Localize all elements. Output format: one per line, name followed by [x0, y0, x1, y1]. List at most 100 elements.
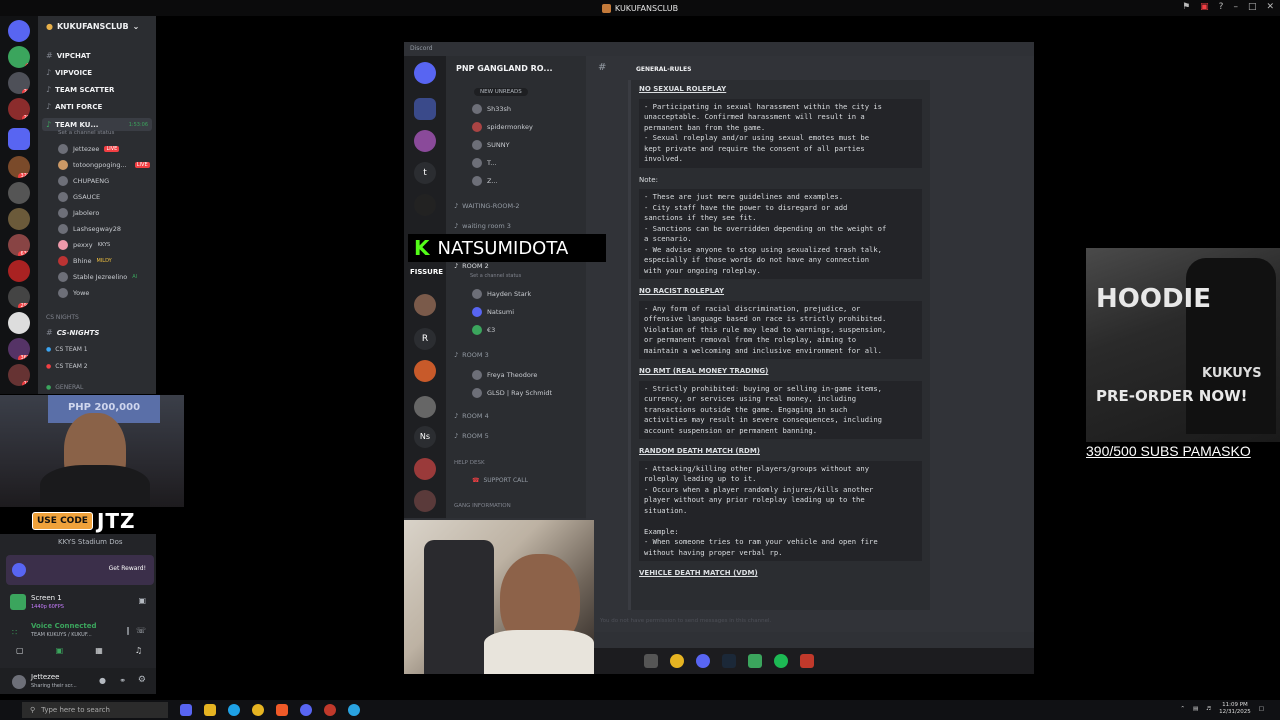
stop-share-icon[interactable]: ▣ [138, 596, 146, 605]
server-icon[interactable] [414, 360, 436, 382]
voice-channel[interactable]: TEAM KUKUYS / KUKUF... [31, 632, 92, 638]
server-icon[interactable] [414, 396, 436, 418]
server-icon[interactable]: 323 [8, 156, 30, 178]
server-icon[interactable]: 637 [8, 234, 30, 256]
new-unreads-pill[interactable]: NEW UNREADS [474, 88, 528, 96]
channel-vipchat[interactable]: # VIPCHAT [46, 51, 91, 60]
voice-room[interactable]: ♪ WAITING-ROOM-2 [454, 202, 520, 210]
discord-home-icon[interactable] [8, 20, 30, 42]
voice-user[interactable]: Lashsegway28 [58, 224, 121, 234]
message-input[interactable]: You do not have permission to send messa… [600, 618, 1020, 630]
brave-icon[interactable] [276, 704, 288, 716]
server-icon[interactable]: 367 [8, 338, 30, 360]
category-general[interactable]: ● GENERAL [46, 384, 83, 391]
voice-user[interactable]: Freya Theodore [472, 370, 537, 380]
server-icon[interactable] [414, 98, 436, 120]
server-icon[interactable] [8, 260, 30, 282]
category-help-desk[interactable]: HELP DESK [454, 460, 485, 466]
voice-user[interactable]: totoongpoging... LIVE [58, 160, 150, 170]
server-icon[interactable]: t [414, 162, 436, 184]
channel-cs-nights[interactable]: # CS-NIGHTS [46, 328, 99, 337]
server-icon[interactable]: 2 [8, 46, 30, 68]
inbox-icon[interactable]: ▣ [1200, 2, 1209, 12]
gear-icon[interactable]: ⚙ [138, 675, 146, 685]
server-folder-icon[interactable] [8, 128, 30, 150]
app-icon[interactable] [748, 654, 762, 668]
disconnect-icon[interactable]: ☏ [136, 626, 146, 635]
voice-room[interactable]: ♪ ROOM 4 [454, 412, 489, 420]
channel-user[interactable]: Sh33sh [472, 104, 511, 114]
tray-chevron-icon[interactable]: ⌃ [1180, 706, 1185, 712]
server-icon[interactable]: Ns [414, 426, 436, 448]
voice-user[interactable]: Jabolero [58, 208, 99, 218]
support-call-channel[interactable]: ☎ SUPPORT CALL [472, 477, 528, 484]
task-view-icon[interactable] [644, 654, 658, 668]
server-header[interactable]: ● KUKUFANSCLUB ⌄ [46, 22, 139, 31]
app-icon[interactable] [180, 704, 192, 716]
channel-status[interactable]: Set a channel status [470, 273, 521, 279]
discord-home-icon[interactable] [414, 62, 436, 84]
channel-user[interactable]: T... [472, 158, 496, 168]
channel-status[interactable]: Set a channel status [58, 130, 114, 136]
channel-cs-team-1[interactable]: ● CS TEAM 1 [46, 346, 88, 353]
server-icon[interactable] [414, 194, 436, 216]
voice-user[interactable]: Jettezee LIVE [58, 144, 120, 154]
voice-user[interactable]: GLSD | Ray Schmidt [472, 388, 552, 398]
steam-icon[interactable] [722, 654, 736, 668]
noise-suppression-icon[interactable]: ∥ [126, 626, 130, 635]
server-icon[interactable] [414, 130, 436, 152]
voice-user[interactable]: Natsumi [472, 307, 514, 317]
channel-vipvoice[interactable]: ♪ VIPVOICE [46, 68, 92, 77]
spotify-icon[interactable] [774, 654, 788, 668]
voice-user[interactable]: Stable Jezreelino AI [58, 272, 137, 282]
share-screen-icon[interactable]: ▣ [56, 646, 64, 662]
close-button[interactable]: ✕ [1266, 2, 1274, 12]
edge-icon[interactable] [228, 704, 240, 716]
camera-off-icon[interactable]: ▢ [16, 646, 24, 662]
obs-icon[interactable] [324, 704, 336, 716]
server-icon[interactable] [414, 294, 436, 316]
pin-icon[interactable]: ⚑ [1182, 2, 1190, 12]
minimize-button[interactable]: – [1233, 2, 1238, 12]
voice-user[interactable]: pexxy KKYS [58, 240, 110, 250]
shared-server-name[interactable]: PNP GANGLAND RO... [456, 64, 553, 73]
server-icon[interactable] [8, 182, 30, 204]
channel-anti-force[interactable]: ♪ ANTI FORCE [46, 102, 102, 111]
category-gang-information[interactable]: GANG INFORMATION [454, 503, 511, 509]
server-icon[interactable]: 24 [8, 72, 30, 94]
soundboard-icon[interactable]: ♫ [135, 646, 142, 662]
volume-icon[interactable]: ♬ [1206, 706, 1211, 712]
voice-user[interactable]: CHUPAENG [58, 176, 109, 186]
channel-user[interactable]: Z... [472, 176, 498, 186]
get-reward-button[interactable]: Get Reward! [109, 565, 146, 572]
server-icon[interactable] [8, 208, 30, 230]
channel-team-scatter[interactable]: ♪ TEAM SCATTER [46, 85, 114, 94]
chrome-icon[interactable] [670, 654, 684, 668]
voice-user[interactable]: Bhine MILDY [58, 256, 112, 266]
voice-user[interactable]: Hayden Stark [472, 289, 531, 299]
app-icon[interactable] [800, 654, 814, 668]
activities-icon[interactable]: ▦ [95, 646, 103, 662]
channel-cs-team-2[interactable]: ● CS TEAM 2 [46, 363, 88, 370]
headphones-icon[interactable]: ⚭ [119, 676, 126, 685]
notifications-icon[interactable]: □ [1259, 706, 1264, 712]
voice-room[interactable]: ♪ ROOM 5 [454, 432, 489, 440]
telegram-icon[interactable] [348, 704, 360, 716]
voice-room[interactable]: ♪ ROOM 2 [454, 262, 489, 270]
chrome-icon[interactable] [252, 704, 264, 716]
discord-icon[interactable] [300, 704, 312, 716]
server-icon[interactable] [8, 312, 30, 334]
taskbar-search[interactable]: ⚲ Type here to search [22, 702, 168, 718]
server-icon[interactable] [414, 458, 436, 480]
voice-user[interactable]: GSAUCE [58, 192, 100, 202]
microphone-icon[interactable]: ● [99, 676, 106, 685]
voice-user[interactable]: €3 [472, 325, 495, 335]
server-icon[interactable]: 296 [8, 286, 30, 308]
server-label[interactable]: FISSURE [410, 268, 443, 276]
file-explorer-icon[interactable] [204, 704, 216, 716]
server-icon[interactable]: 10 [8, 364, 30, 386]
voice-user[interactable]: Yowe [58, 288, 89, 298]
category-cs-nights[interactable]: CS NIGHTS [46, 314, 79, 321]
channel-user[interactable]: SUNNY [472, 140, 510, 150]
discord-icon[interactable] [696, 654, 710, 668]
